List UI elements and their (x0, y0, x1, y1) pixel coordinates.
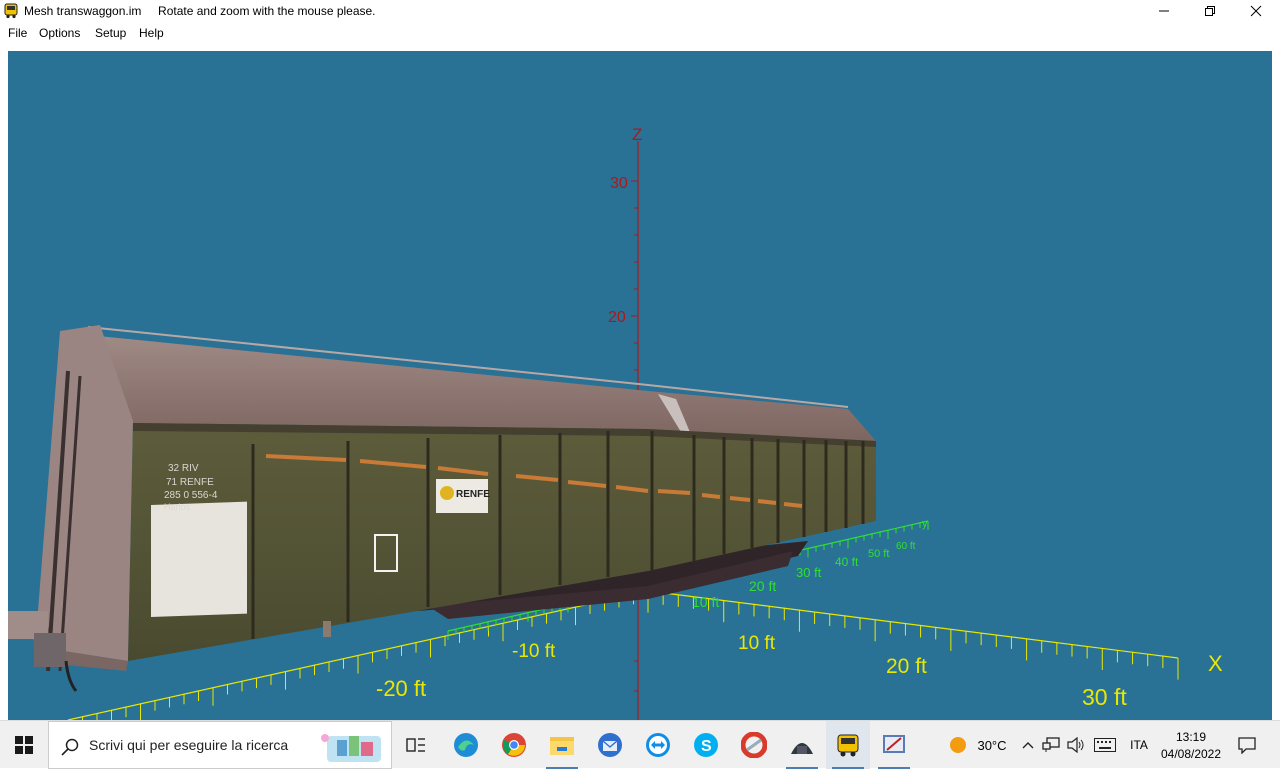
minimize-button[interactable] (1141, 0, 1187, 22)
sun-icon (950, 737, 967, 753)
touch-keyboard-button[interactable] (1092, 721, 1118, 769)
notification-icon (1238, 737, 1256, 754)
wagon-brand: RENFE (456, 489, 490, 500)
wagon-text-line4: Harlos (164, 502, 191, 512)
taskbar-mesh-viewer[interactable] (826, 721, 870, 769)
taskbar-ccleaner[interactable] (732, 721, 776, 769)
start-button[interactable] (0, 721, 48, 769)
language-code: ITA (1130, 738, 1148, 752)
3d-viewport[interactable]: Z 30 20 X -20 ft -10 ft 10 ft 20 ft 30 f… (8, 51, 1272, 720)
wagon-text-line3: 285 0 556-4 (164, 490, 218, 501)
y-tick-20: 20 ft (749, 578, 776, 594)
search-box[interactable]: Scrivi qui per eseguire la ricerca (48, 721, 392, 769)
wagon-text-line2: 71 RENFE (166, 477, 214, 488)
clock[interactable]: 13:19 04/08/2022 (1156, 721, 1226, 769)
close-button[interactable] (1233, 0, 1279, 22)
clock-date: 04/08/2022 (1160, 746, 1222, 761)
network-icon (1042, 737, 1060, 752)
restore-button[interactable] (1187, 0, 1233, 22)
restore-icon (1205, 6, 1215, 16)
y-axis-label: y (922, 518, 928, 530)
chrome-icon (502, 733, 526, 757)
taskbar-chrome[interactable] (492, 721, 536, 769)
title-bar: Mesh transwaggon.im Rotate and zoom with… (0, 0, 1280, 22)
y-tick-10: 10 ft (692, 594, 719, 610)
x-tick-30: 30 ft (1082, 684, 1127, 710)
teamviewer-icon (646, 733, 670, 757)
clock-time: 13:19 (1175, 729, 1207, 744)
wagon-text-line1: 32 RIV (168, 463, 199, 474)
svg-text:S: S (701, 738, 712, 755)
x-axis-label: X (1208, 651, 1223, 676)
y-tick-50: 50 ft (868, 548, 889, 560)
tray-overflow-button[interactable] (1018, 721, 1038, 769)
x-tick-neg10: -10 ft (512, 641, 556, 662)
app-bus-icon (4, 3, 18, 19)
z-tick-20: 20 (608, 309, 626, 326)
x-tick-neg20: -20 ft (376, 676, 426, 701)
weather-widget[interactable]: 30°C (940, 721, 1016, 769)
windows-logo-icon (15, 736, 33, 754)
volume-button[interactable] (1064, 721, 1088, 769)
skype-icon: S (694, 733, 718, 757)
speaker-icon (1067, 737, 1084, 753)
keyboard-icon (1094, 738, 1116, 752)
window-title: Mesh transwaggon.im Rotate and zoom with… (24, 4, 376, 18)
renfe-logo-icon (440, 486, 454, 500)
menu-options[interactable]: Options (39, 26, 80, 40)
menu-file[interactable]: File (8, 26, 27, 40)
taskbar-editor[interactable] (872, 721, 916, 769)
x-tick-10: 10 ft (738, 633, 776, 654)
search-placeholder: Scrivi qui per eseguire la ricerca (89, 737, 289, 753)
z-tick-30: 30 (610, 175, 628, 192)
task-view-button[interactable] (396, 721, 436, 769)
x-tick-20: 20 ft (886, 655, 927, 678)
taskbar-edge[interactable] (444, 721, 488, 769)
menu-setup[interactable]: Setup (95, 26, 126, 40)
language-indicator[interactable]: ITA (1124, 721, 1154, 769)
taskbar-app-dome[interactable] (780, 721, 824, 769)
y-tick-30: 30 ft (796, 565, 822, 580)
search-highlight-icon (321, 734, 381, 762)
task-view-icon (406, 738, 425, 752)
search-icon (61, 738, 79, 756)
chevron-up-icon (1022, 742, 1034, 749)
minimize-icon (1159, 10, 1169, 12)
y-tick-40: 40 ft (835, 555, 859, 569)
close-icon (1250, 5, 1262, 17)
editor-app-icon (883, 735, 905, 753)
thunderbird-icon (598, 733, 622, 757)
taskbar-skype[interactable]: S (684, 721, 728, 769)
taskbar-thunderbird[interactable] (588, 721, 632, 769)
dome-app-icon (791, 743, 813, 754)
menu-bar: File Options Setup Help (0, 22, 1280, 42)
bus-app-icon (837, 734, 859, 757)
taskbar-teamviewer[interactable] (636, 721, 680, 769)
edge-browser-icon (454, 733, 478, 757)
weather-temperature: 30°C (977, 737, 1007, 753)
notifications-button[interactable] (1230, 721, 1264, 769)
file-explorer-icon (550, 737, 574, 755)
y-tick-60: 60 ft (896, 541, 916, 552)
taskbar: Scrivi qui per eseguire la ricerca S 30°… (0, 720, 1280, 769)
z-axis-label: Z (632, 125, 642, 144)
network-button[interactable] (1040, 721, 1062, 769)
scene-canvas: Z 30 20 X -20 ft -10 ft 10 ft 20 ft 30 f… (8, 125, 1223, 720)
taskbar-explorer[interactable] (540, 721, 584, 769)
menu-help[interactable]: Help (139, 26, 164, 40)
ccleaner-icon (741, 732, 767, 758)
